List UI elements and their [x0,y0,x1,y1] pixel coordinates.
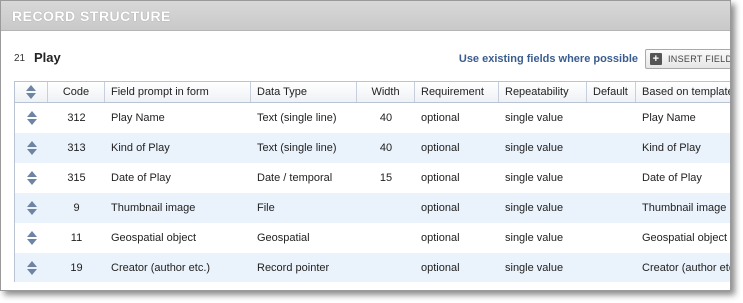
cell-based-on-template: Date of Play [642,172,702,184]
cell-code: 315 [67,172,86,184]
column-header-data-type[interactable]: Data Type [251,82,357,102]
cell-requirement: optional [421,202,460,214]
cell-repeatability: single value [505,262,564,274]
column-header-width[interactable]: Width [357,82,415,102]
cell-width [357,253,415,282]
cell-width: 40 [379,142,393,154]
cell-width [357,193,415,223]
drag-handle[interactable] [15,253,48,282]
cell-default [587,163,636,193]
cell-width: 40 [379,112,393,124]
cell-repeatability: single value [505,172,564,184]
cell-default [587,133,636,163]
cell-repeatability: single value [505,142,564,154]
insert-field-button[interactable]: + INSERT FIELD [645,49,731,69]
cell-requirement: optional [421,142,460,154]
cell-width: 15 [379,172,393,184]
drag-handle[interactable] [15,103,48,133]
record-type-id: 21 [14,53,26,64]
column-header-based-on-template[interactable]: Based on template [636,82,730,102]
record-structure-panel: RECORD STRUCTURE 21 Play Use existing fi… [0,0,731,291]
table-row[interactable]: 312 Play Name Text (single line) 40 opti… [15,103,730,133]
cell-default [587,103,636,133]
cell-prompt: Thumbnail image [111,202,196,214]
cell-prompt: Geospatial object [111,232,196,244]
table-row[interactable]: 313 Kind of Play Text (single line) 40 o… [15,133,730,163]
cell-repeatability: single value [505,112,564,124]
cell-based-on-template: Geospatial object [642,232,727,244]
cell-requirement: optional [421,232,460,244]
cell-default [587,223,636,253]
column-header-requirement[interactable]: Requirement [415,82,499,102]
column-header-repeatability[interactable]: Repeatability [499,82,587,102]
drag-handle[interactable] [15,163,48,193]
insert-field-label: INSERT FIELD [668,54,731,64]
cell-requirement: optional [421,172,460,184]
use-existing-fields-link[interactable]: Use existing fields where possible [459,53,638,65]
plus-icon: + [650,53,662,65]
reorder-arrows-icon [26,261,37,275]
cell-code: 9 [73,202,80,214]
table-row[interactable]: 315 Date of Play Date / temporal 15 opti… [15,163,730,193]
reorder-arrows-icon [26,171,37,185]
cell-prompt: Date of Play [111,172,171,184]
cell-data-type: Text (single line) [257,142,337,154]
cell-code: 19 [70,262,83,274]
cell-prompt: Play Name [111,112,165,124]
drag-handle[interactable] [15,133,48,163]
reorder-arrows-icon [26,141,37,155]
table-row[interactable]: 19 Creator (author etc.) Record pointer … [15,253,730,282]
sort-arrows-icon [26,85,36,99]
cell-default [587,253,636,282]
cell-code: 313 [67,142,86,154]
cell-prompt: Kind of Play [111,142,170,154]
panel-title: RECORD STRUCTURE [12,7,171,24]
cell-default [587,193,636,223]
fields-table: Code Field prompt in form Data Type Widt… [14,81,730,282]
cell-repeatability: single value [505,202,564,214]
cell-based-on-template: Creator (author etc.) [642,262,730,274]
cell-data-type: Date / temporal [257,172,333,184]
cell-width [357,223,415,253]
record-type-name: Play [34,50,61,65]
table-row[interactable]: 9 Thumbnail image File optional single v… [15,193,730,223]
cell-repeatability: single value [505,232,564,244]
drag-handle[interactable] [15,223,48,253]
cell-data-type: Text (single line) [257,112,337,124]
cell-based-on-template: Thumbnail image [642,202,727,214]
sort-handle-header[interactable] [15,82,48,102]
panel-title-bar: RECORD STRUCTURE [1,1,730,31]
record-type-header: 21 Play Use existing fields where possib… [1,47,730,71]
cell-requirement: optional [421,112,460,124]
cell-prompt: Creator (author etc.) [111,262,211,274]
cell-data-type: File [257,202,275,214]
column-header-code[interactable]: Code [48,82,105,102]
reorder-arrows-icon [26,111,37,125]
column-header-default[interactable]: Default [587,82,636,102]
cell-code: 312 [67,112,86,124]
table-header-row: Code Field prompt in form Data Type Widt… [15,82,730,103]
drag-handle[interactable] [15,193,48,223]
cell-based-on-template: Kind of Play [642,142,701,154]
reorder-arrows-icon [26,201,37,215]
cell-code: 11 [70,232,83,244]
cell-data-type: Record pointer [257,262,330,274]
cell-requirement: optional [421,262,460,274]
cell-data-type: Geospatial [257,232,310,244]
column-header-prompt[interactable]: Field prompt in form [105,82,251,102]
table-row[interactable]: 11 Geospatial object Geospatial optional… [15,223,730,253]
reorder-arrows-icon [26,231,37,245]
cell-based-on-template: Play Name [642,112,696,124]
